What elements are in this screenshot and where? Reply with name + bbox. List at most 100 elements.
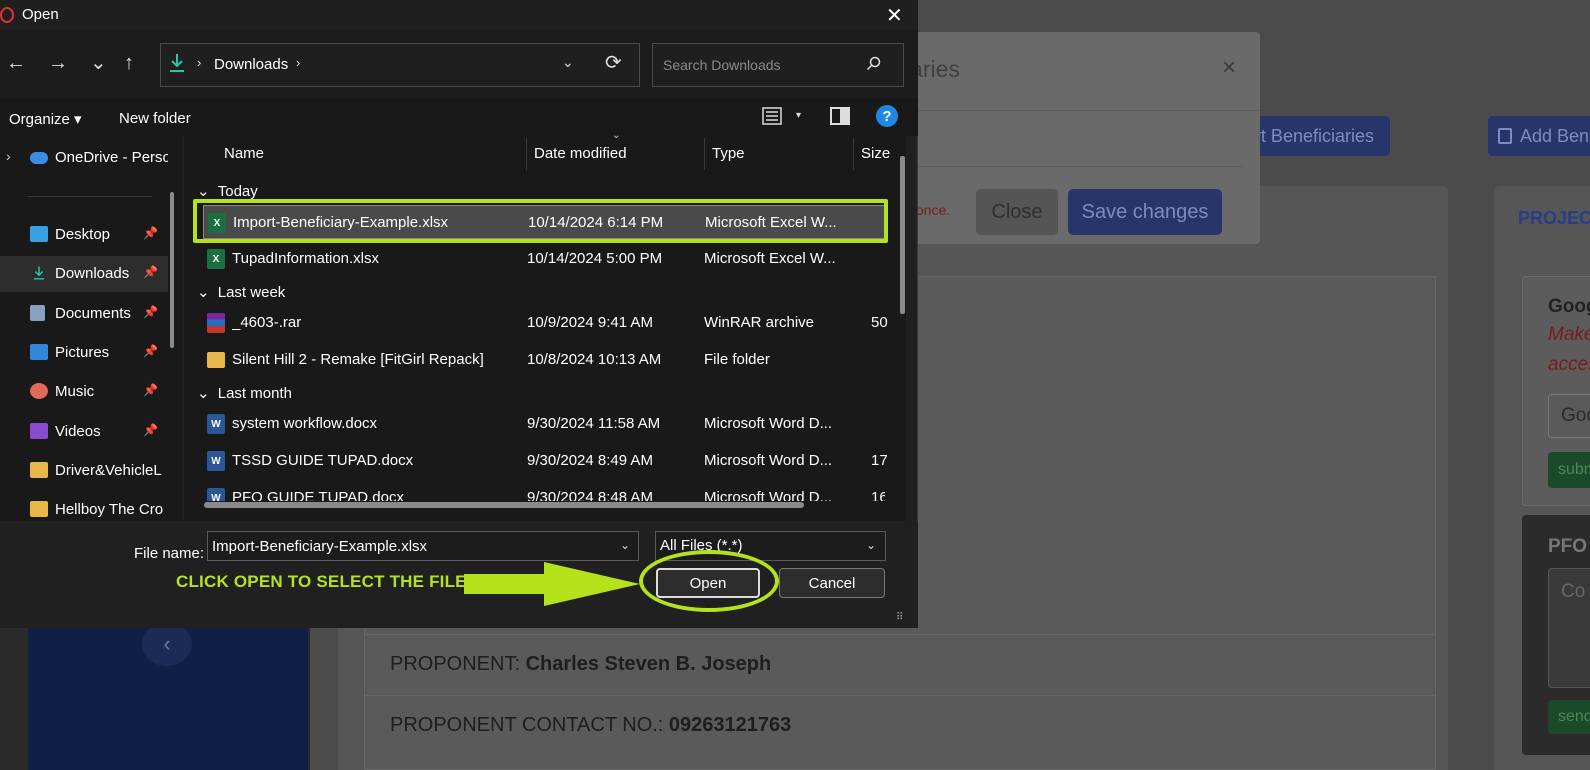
bg-contact-label: PROPONENT CONTACT NO.: bbox=[390, 714, 669, 736]
bg-submit-button[interactable]: subm bbox=[1548, 452, 1590, 488]
group-collapse-chevron-icon[interactable]: ⌄ bbox=[197, 284, 210, 301]
file-type: WinRAR archive bbox=[704, 314, 815, 331]
nav-item-documents[interactable]: Documents 📌 bbox=[0, 296, 168, 332]
recent-locations-chevron-icon[interactable]: ⌄ bbox=[90, 50, 107, 75]
cancel-button[interactable]: Cancel bbox=[779, 568, 885, 598]
file-list-horizontal-scrollbar[interactable] bbox=[204, 502, 804, 508]
file-date: 9/30/2024 11:58 AM bbox=[527, 415, 661, 432]
pin-icon: 📌 bbox=[143, 226, 158, 240]
bg-modal-divider-2 bbox=[905, 166, 1243, 167]
dialog-close-icon[interactable]: ✕ bbox=[886, 3, 903, 28]
file-row[interactable]: _4603-.rar 10/9/2024 9:41 AM WinRAR arch… bbox=[203, 306, 888, 340]
view-options-icon[interactable] bbox=[762, 107, 782, 125]
organize-menu-button[interactable]: Organize ▾ bbox=[9, 110, 82, 128]
bg-add-beneficiary-button[interactable]: Add Ben bbox=[1488, 116, 1590, 156]
nav-item-onedrive[interactable]: › OneDrive - Perso bbox=[0, 140, 168, 176]
nav-item-label: Hellboy The Cro bbox=[55, 501, 164, 518]
folder-icon bbox=[30, 501, 48, 517]
group-header-today[interactable]: ⌄ Today bbox=[197, 182, 258, 200]
nav-item-videos[interactable]: Videos 📌 bbox=[0, 414, 168, 450]
forward-arrow-icon[interactable]: → bbox=[48, 52, 68, 75]
cloud-icon bbox=[30, 152, 48, 164]
file-type: File folder bbox=[704, 351, 770, 368]
videos-icon bbox=[30, 423, 48, 439]
bg-modal-close-icon[interactable]: × bbox=[1222, 54, 1236, 82]
nav-item-label: Videos bbox=[55, 423, 101, 440]
address-history-chevron-icon[interactable]: ⌄ bbox=[562, 54, 574, 71]
bg-google-input[interactable]: Goo bbox=[1548, 394, 1590, 438]
address-location[interactable]: Downloads bbox=[214, 56, 288, 73]
group-collapse-chevron-icon[interactable]: ⌄ bbox=[197, 385, 210, 402]
bg-proponent-value: Charles Steven B. Joseph bbox=[525, 653, 772, 675]
back-arrow-icon[interactable]: ← bbox=[6, 52, 26, 75]
bg-modal-save-button[interactable]: Save changes bbox=[1068, 189, 1222, 235]
nav-item-music[interactable]: Music 📌 bbox=[0, 374, 168, 410]
group-header-last-month[interactable]: ⌄ Last month bbox=[197, 384, 292, 402]
file-type-select[interactable]: All Files (*.*) bbox=[655, 531, 886, 561]
nav-item-label: Driver&VehicleL bbox=[55, 462, 162, 479]
word-file-icon: W bbox=[207, 488, 225, 501]
nav-pane-scrollbar[interactable] bbox=[170, 192, 174, 348]
file-type-chevron-icon[interactable]: ⌄ bbox=[866, 538, 876, 552]
rar-archive-icon bbox=[207, 313, 225, 333]
word-file-icon: W bbox=[207, 414, 225, 434]
refresh-icon[interactable]: ⟳ bbox=[605, 50, 622, 75]
file-name: _4603-.rar bbox=[232, 314, 302, 331]
file-name: Silent Hill 2 - Remake [FitGirl Repack] bbox=[232, 351, 484, 368]
nav-item-hellboy[interactable]: Hellboy The Cro bbox=[0, 492, 168, 521]
file-name: TupadInformation.xlsx bbox=[232, 250, 380, 267]
pin-icon: 📌 bbox=[143, 383, 158, 397]
nav-item-label: Downloads bbox=[55, 265, 130, 282]
bg-pfo-textarea[interactable]: Co bbox=[1548, 568, 1590, 688]
column-header-date-modified[interactable]: Date modified bbox=[534, 145, 627, 162]
help-icon[interactable]: ? bbox=[876, 105, 898, 127]
bg-send-button[interactable]: send bbox=[1548, 700, 1590, 734]
up-arrow-icon[interactable]: ↑ bbox=[124, 52, 134, 75]
view-options-chevron-icon[interactable]: ▾ bbox=[796, 110, 801, 121]
annotation-arrow-icon bbox=[464, 562, 640, 606]
column-header-name[interactable]: Name bbox=[224, 145, 264, 162]
desktop-icon bbox=[30, 226, 48, 242]
resize-grip-icon[interactable]: ⠿ bbox=[896, 612, 903, 623]
file-row[interactable]: X Import-Beneficiary-Example.xlsx 10/14/… bbox=[203, 205, 885, 239]
nav-item-label: Documents bbox=[55, 305, 131, 322]
bg-proponent-row: PROPONENT: Charles Steven B. Joseph bbox=[364, 634, 1436, 695]
file-list-vertical-scrollbar[interactable] bbox=[900, 156, 905, 314]
group-collapse-chevron-icon[interactable]: ⌄ bbox=[197, 183, 210, 200]
nav-item-driver-vehicle[interactable]: Driver&VehicleL bbox=[0, 453, 168, 489]
expand-chevron-icon[interactable]: › bbox=[6, 148, 11, 164]
group-header-last-week[interactable]: ⌄ Last week bbox=[197, 283, 285, 301]
download-icon bbox=[33, 266, 45, 280]
search-icon[interactable] bbox=[866, 56, 882, 72]
file-name-history-chevron-icon[interactable]: ⌄ bbox=[620, 538, 630, 552]
bg-google-note-2: acces bbox=[1548, 354, 1590, 375]
nav-item-downloads[interactable]: Downloads 📌 bbox=[0, 256, 168, 292]
address-chevron-icon-2[interactable]: › bbox=[296, 55, 300, 70]
file-row[interactable]: W TSSD GUIDE TUPAD.docx 9/30/2024 8:49 A… bbox=[203, 444, 888, 478]
column-header-size[interactable]: Size bbox=[861, 145, 890, 162]
bg-carousel-prev-button[interactable]: ‹ bbox=[142, 622, 192, 666]
file-row[interactable]: W system workflow.docx 9/30/2024 11:58 A… bbox=[203, 407, 885, 441]
bg-add-label: Add Ben bbox=[1520, 125, 1590, 146]
nav-item-label: Desktop bbox=[55, 226, 111, 243]
file-row[interactable]: X TupadInformation.xlsx 10/14/2024 5:00 … bbox=[203, 242, 885, 276]
file-name-label: File name: bbox=[134, 545, 205, 562]
bg-pfo-title: PFO bbox=[1548, 536, 1588, 557]
bg-modal-close-button[interactable]: Close bbox=[976, 189, 1058, 235]
nav-item-label: Pictures bbox=[55, 344, 110, 361]
file-date: 10/8/2024 10:13 AM bbox=[527, 351, 662, 368]
file-date: 9/30/2024 8:49 AM bbox=[527, 452, 653, 469]
preview-pane-icon[interactable] bbox=[830, 107, 850, 125]
column-header-type[interactable]: Type bbox=[712, 145, 745, 162]
open-file-dialog: Open ✕ ← → ⌄ ↑ › Downloads › ⌄ ⟳ Organiz… bbox=[0, 0, 918, 628]
address-chevron-icon: › bbox=[197, 55, 202, 70]
new-folder-button[interactable]: New folder bbox=[119, 110, 191, 127]
open-button[interactable]: Open bbox=[656, 568, 760, 598]
file-size: 50 bbox=[871, 314, 888, 331]
file-row[interactable]: W PFO GUIDE TUPAD.docx 9/30/2024 8:48 AM… bbox=[203, 481, 885, 501]
nav-item-pictures[interactable]: Pictures 📌 bbox=[0, 335, 168, 371]
nav-item-desktop[interactable]: Desktop 📌 bbox=[0, 217, 168, 253]
file-row[interactable]: Silent Hill 2 - Remake [FitGirl Repack] … bbox=[203, 343, 885, 377]
file-name-input[interactable] bbox=[207, 531, 639, 561]
file-date: 10/9/2024 9:41 AM bbox=[527, 314, 653, 331]
